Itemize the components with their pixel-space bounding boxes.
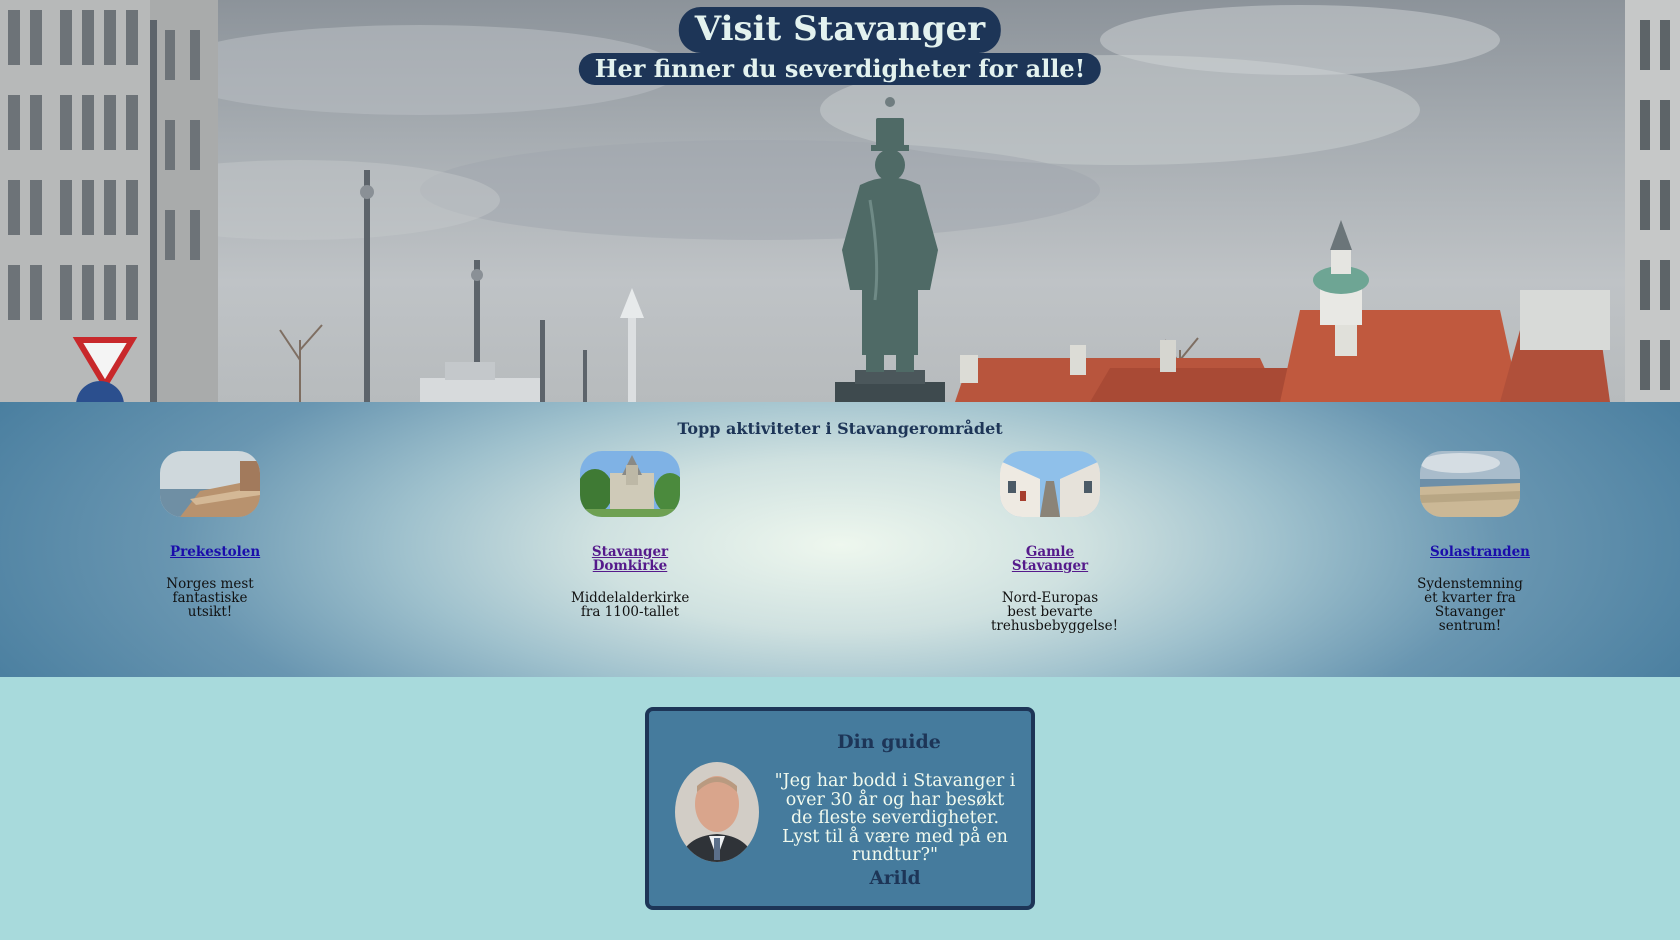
site-subtitle: Her finner du severdigheter for alle! [578,53,1102,85]
activity-link-prekestolen[interactable]: Prekestolen [170,545,260,559]
guide-quote: "Jeg har bodd i Stavanger i over 30 år o… [774,771,1016,865]
activities-section: Topp aktiviteter i Stavangerområdet Prek… [0,402,1680,677]
guide-heading: Din guide [837,731,941,753]
activity-card-domkirke: Stavanger Domkirke Middelalderkirke fra … [565,451,695,619]
activity-card-solastranden: Solastranden Sydenstemning et kvarter fr… [1405,451,1535,633]
site-title: Visit Stavanger [678,7,1002,53]
activity-card-gamle-stavanger: Gamle Stavanger Nord-Europas best bevart… [985,451,1119,634]
gamle-stavanger-photo [1000,451,1100,517]
activity-link-domkirke[interactable]: Stavanger Domkirke [590,545,670,573]
guide-card: Din guide "Jeg har bodd i Stavanger i ov… [645,707,1035,910]
hero-banner: Visit Stavanger Her finner du severdighe… [0,0,1680,402]
solastranden-photo [1420,451,1520,517]
activities-heading: Topp aktiviteter i Stavangerområdet [677,419,1003,438]
activity-link-solastranden[interactable]: Solastranden [1430,545,1530,559]
prekestolen-photo [160,451,260,517]
activity-card-prekestolen: Prekestolen Norges mest fantastiske utsi… [145,451,275,619]
activity-description: Middelalderkirke fra 1100-tallet [571,590,690,620]
guide-name: Arild [869,868,921,889]
activity-description: Norges mest fantastiske utsikt! [166,576,254,620]
activity-description: Nord-Europas best bevarte trehusbebyggel… [991,590,1119,634]
domkirke-photo [580,451,680,517]
activity-description: Sydenstemning et kvarter fra Stavanger s… [1417,576,1523,634]
activity-link-gamle-stavanger[interactable]: Gamle Stavanger [1010,545,1090,573]
guide-portrait [675,762,759,862]
